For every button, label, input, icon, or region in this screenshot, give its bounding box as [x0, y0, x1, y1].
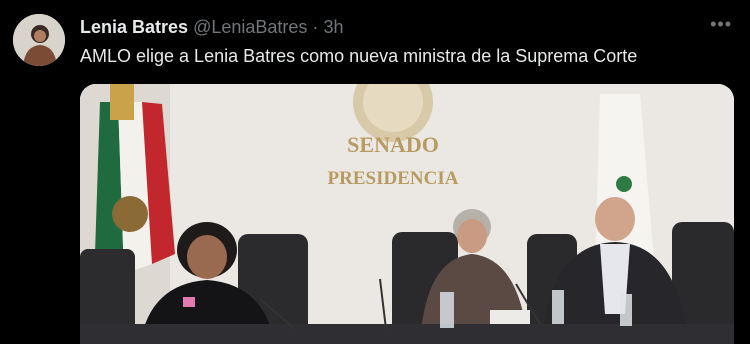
tweet-header: Lenia Batres @LeniaBatres · 3h [80, 17, 343, 38]
media-photo: SENADO PRESIDENCIA [80, 84, 734, 344]
author-name[interactable]: Lenia Batres [80, 17, 188, 37]
tweet-media[interactable]: SENADO PRESIDENCIA [80, 84, 734, 344]
avatar[interactable] [13, 14, 65, 66]
timestamp[interactable]: 3h [323, 17, 343, 37]
more-options-icon[interactable]: ••• [710, 14, 732, 35]
avatar-image [13, 14, 65, 66]
separator-dot: · [312, 17, 319, 37]
sign-senado: SENADO [347, 132, 439, 157]
sign-presidencia: PRESIDENCIA [328, 168, 459, 189]
author-handle[interactable]: @LeniaBatres [193, 17, 307, 37]
tweet-text: AMLO elige a Lenia Batres como nueva min… [80, 46, 638, 66]
